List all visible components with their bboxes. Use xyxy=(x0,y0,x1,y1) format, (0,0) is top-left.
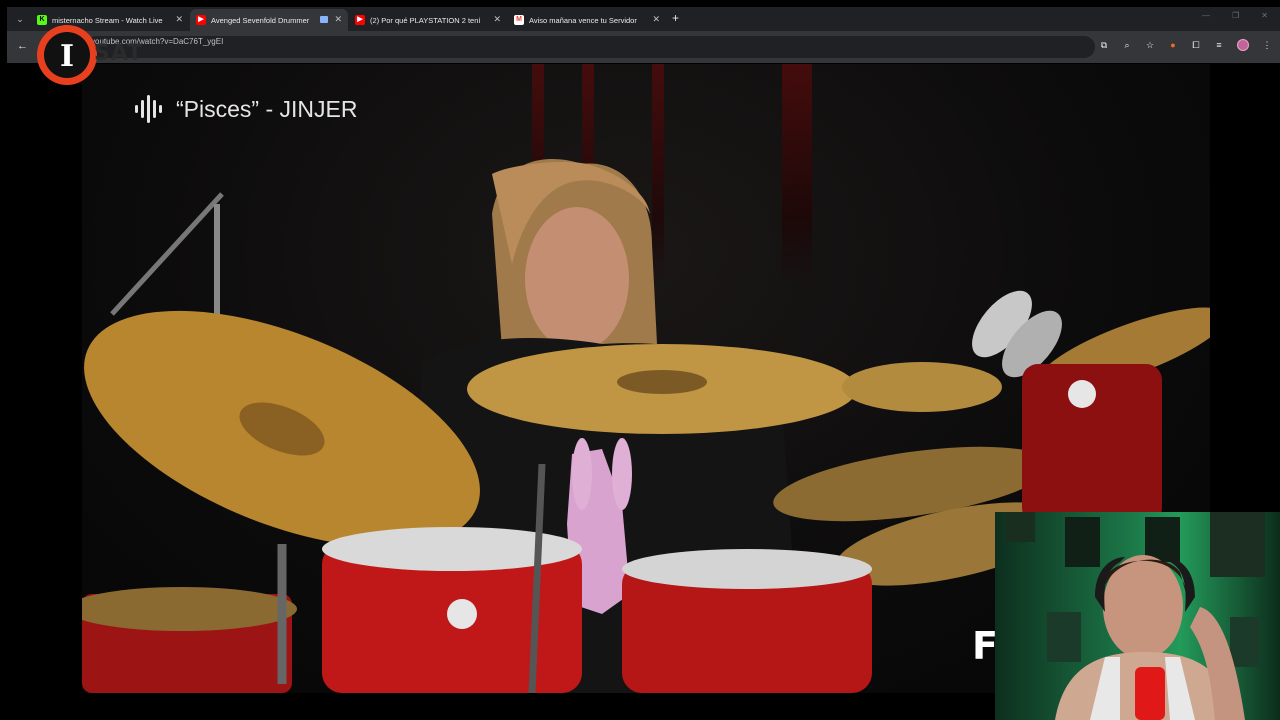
extensions-puzzle-icon[interactable]: ⧠ xyxy=(1191,40,1201,50)
tab-title: Aviso mañana vence tu Servidor xyxy=(529,15,637,25)
extension-icon[interactable]: ● xyxy=(1168,40,1178,50)
profile-avatar[interactable] xyxy=(1237,39,1249,51)
restore-icon[interactable]: ❐ xyxy=(1232,11,1239,20)
bookmark-star-icon[interactable]: ☆ xyxy=(1145,40,1155,50)
minimize-icon[interactable]: — xyxy=(1202,11,1210,20)
picture-in-picture-icon xyxy=(320,16,328,23)
audio-wave-icon xyxy=(135,95,162,123)
tab-search-icon[interactable]: ⌄ xyxy=(12,11,28,27)
back-arrow-icon[interactable]: ← xyxy=(17,40,28,52)
browser-window: ⌄ K misternacho Stream - Watch Live ✕ ▶ … xyxy=(7,7,1280,63)
close-icon[interactable]: ✕ xyxy=(334,14,342,25)
song-caption: “Pisces” - JINJER xyxy=(134,94,357,124)
tab-strip: ⌄ K misternacho Stream - Watch Live ✕ ▶ … xyxy=(7,7,1280,31)
song-title: “Pisces” - JINJER xyxy=(176,95,358,122)
logo-letter: I xyxy=(60,39,74,74)
tab-avenged-sevenfold[interactable]: ▶ Avenged Sevenfold Drummer ✕ xyxy=(190,9,348,31)
zoom-icon[interactable]: ⌕ xyxy=(1122,40,1132,50)
new-tab-button[interactable]: + xyxy=(672,12,679,24)
gmail-icon: M xyxy=(514,15,524,25)
window-controls: — ❐ ✕ xyxy=(1202,11,1268,20)
toolbar-icons: ⧉ ⌕ ☆ ● ⧠ ≡ ⋮ xyxy=(1099,39,1272,51)
isat-logo: I xyxy=(37,25,97,85)
streamer-webcam xyxy=(995,512,1280,720)
close-window-icon[interactable]: ✕ xyxy=(1261,11,1268,20)
tab-title: (2) Por qué PLAYSTATION 2 tenía xyxy=(370,15,480,25)
logo-text: SAT xyxy=(94,41,144,66)
media-control-icon[interactable]: ≡ xyxy=(1214,40,1224,50)
close-icon[interactable]: ✕ xyxy=(652,14,660,25)
close-icon[interactable]: ✕ xyxy=(175,14,183,25)
toolbar: ← youtube.com/watch?v=DaC76T_ygEI ⧉ ⌕ ☆ … xyxy=(7,31,1280,63)
address-bar[interactable] xyxy=(85,36,1095,58)
tab-playstation-2[interactable]: ▶ (2) Por qué PLAYSTATION 2 tenía ✕ xyxy=(349,9,507,31)
youtube-icon: ▶ xyxy=(196,15,206,25)
install-app-icon[interactable]: ⧉ xyxy=(1099,40,1109,50)
menu-icon[interactable]: ⋮ xyxy=(1262,40,1272,50)
close-icon[interactable]: ✕ xyxy=(493,14,501,25)
tab-title: Avenged Sevenfold Drummer xyxy=(211,15,310,25)
tab-gmail-aviso[interactable]: M Aviso mañana vence tu Servidor ✕ xyxy=(508,9,666,31)
youtube-icon: ▶ xyxy=(355,15,365,25)
webcam-scene xyxy=(995,512,1280,720)
